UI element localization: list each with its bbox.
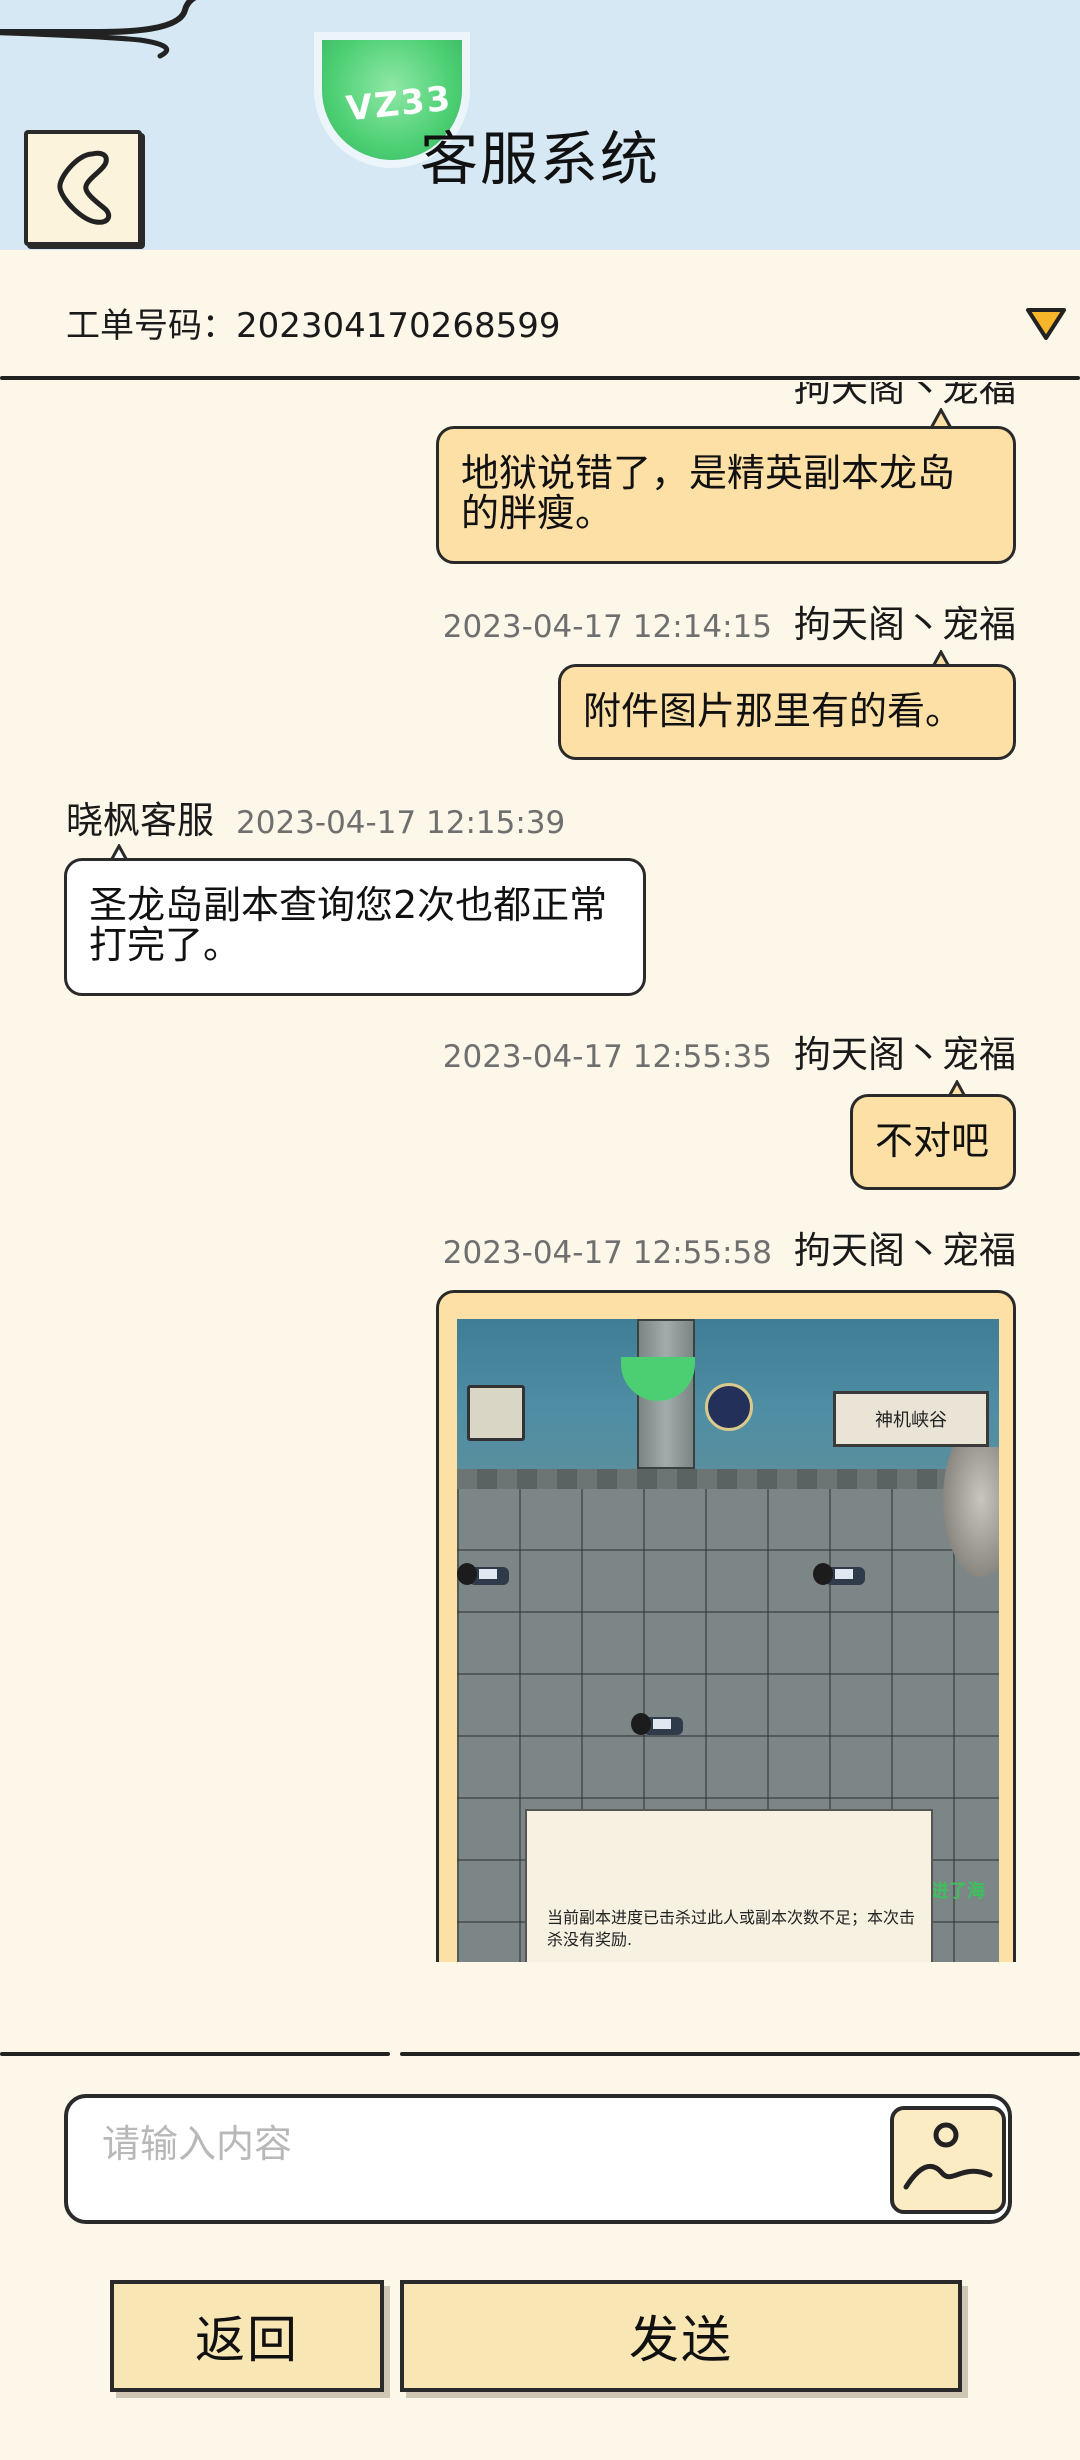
message-meta: 晓枫客服 2023-04-17 12:15:39 <box>66 790 565 844</box>
message-meta: 2023-04-17 12:14:15 拘天阁丶宠福 <box>443 594 1016 648</box>
sender-name: 拘天阁丶宠福 <box>794 382 1016 410</box>
sender-name: 晓枫客服 <box>66 799 214 842</box>
header-bar: VZ33 客服系统 <box>0 0 1080 250</box>
message-meta-cut: 拘天阁丶宠福 <box>794 382 1016 412</box>
image-upload-button[interactable] <box>890 2106 1006 2214</box>
screenshot-side-text: 进了海 <box>931 1881 985 1902</box>
cloud-decoration-icon <box>0 0 197 59</box>
message-time: 2023-04-17 12:15:39 <box>236 805 566 841</box>
back-button[interactable]: 返回 <box>110 2280 384 2392</box>
header-back-button[interactable] <box>24 130 142 246</box>
screenshot-character <box>457 1557 515 1597</box>
message-input-box <box>64 2094 1012 2224</box>
message-bubble: 附件图片那里有的看。 <box>558 664 1016 760</box>
message-bubble: 圣龙岛副本查询您2次也都正常打完了。 <box>64 858 646 996</box>
dropdown-triangle-icon[interactable] <box>1024 304 1068 344</box>
message-text: 圣龙岛副本查询您2次也都正常打完了。 <box>89 883 608 967</box>
image-upload-icon <box>903 2122 993 2190</box>
send-button[interactable]: 发送 <box>400 2280 962 2392</box>
message-time: 2023-04-17 12:55:58 <box>442 1235 772 1271</box>
attached-game-screenshot[interactable]: 神机峡谷 进了海 当前副本进度已击杀过此人或副本次数不足；本次击杀没有奖励. <box>457 1319 999 1962</box>
back-button-label: 返回 <box>195 2311 299 2369</box>
message-time: 2023-04-17 12:14:15 <box>442 609 772 645</box>
image-message-bubble[interactable]: 神机峡谷 进了海 当前副本进度已击杀过此人或副本次数不足；本次击杀没有奖励. <box>436 1290 1016 1962</box>
sender-name: 拘天阁丶宠福 <box>794 1033 1016 1076</box>
screenshot-back-icon <box>467 1385 525 1441</box>
input-divider-left <box>0 2052 390 2056</box>
screenshot-character <box>813 1557 871 1597</box>
ticket-divider <box>0 376 1080 380</box>
message-time: 2023-04-17 12:55:35 <box>442 1039 772 1075</box>
screenshot-moon-icon <box>705 1383 753 1431</box>
message-text: 附件图片那里有的看。 <box>583 689 964 733</box>
screenshot-dialog: 当前副本进度已击杀过此人或副本次数不足；本次击杀没有奖励. <box>525 1809 933 1962</box>
message-meta: 2023-04-17 12:55:58 拘天阁丶宠福 <box>443 1220 1016 1274</box>
sender-name: 拘天阁丶宠福 <box>794 1229 1016 1272</box>
ticket-bar: 工单号码：202304170268599 <box>0 250 1080 380</box>
back-arrow-icon <box>57 150 112 225</box>
message-bubble: 不对吧 <box>850 1094 1016 1190</box>
screenshot-statue <box>943 1447 999 1577</box>
message-text: 不对吧 <box>875 1119 990 1163</box>
screenshot-map-tag: 神机峡谷 <box>833 1391 989 1447</box>
screenshot-character <box>631 1707 689 1747</box>
input-divider-right <box>400 2052 1080 2056</box>
message-text: 地狱说错了，是精英副本龙岛的胖瘦。 <box>461 451 956 535</box>
ticket-number: 工单号码：202304170268599 <box>66 306 561 346</box>
message-meta: 2023-04-17 12:55:35 拘天阁丶宠福 <box>443 1024 1016 1078</box>
send-button-label: 发送 <box>629 2311 733 2369</box>
screenshot-dialog-text: 当前副本进度已击杀过此人或副本次数不足；本次击杀没有奖励. <box>547 1908 916 1949</box>
screenshot-wall <box>457 1469 999 1489</box>
page-title: 客服系统 <box>420 125 661 193</box>
message-input[interactable] <box>102 2114 882 2174</box>
sender-name: 拘天阁丶宠福 <box>794 603 1016 646</box>
message-bubble: 地狱说错了，是精英副本龙岛的胖瘦。 <box>436 426 1016 564</box>
chat-message-list[interactable]: 拘天阁丶宠福 地狱说错了，是精英副本龙岛的胖瘦。 2023-04-17 12:1… <box>0 382 1080 1962</box>
